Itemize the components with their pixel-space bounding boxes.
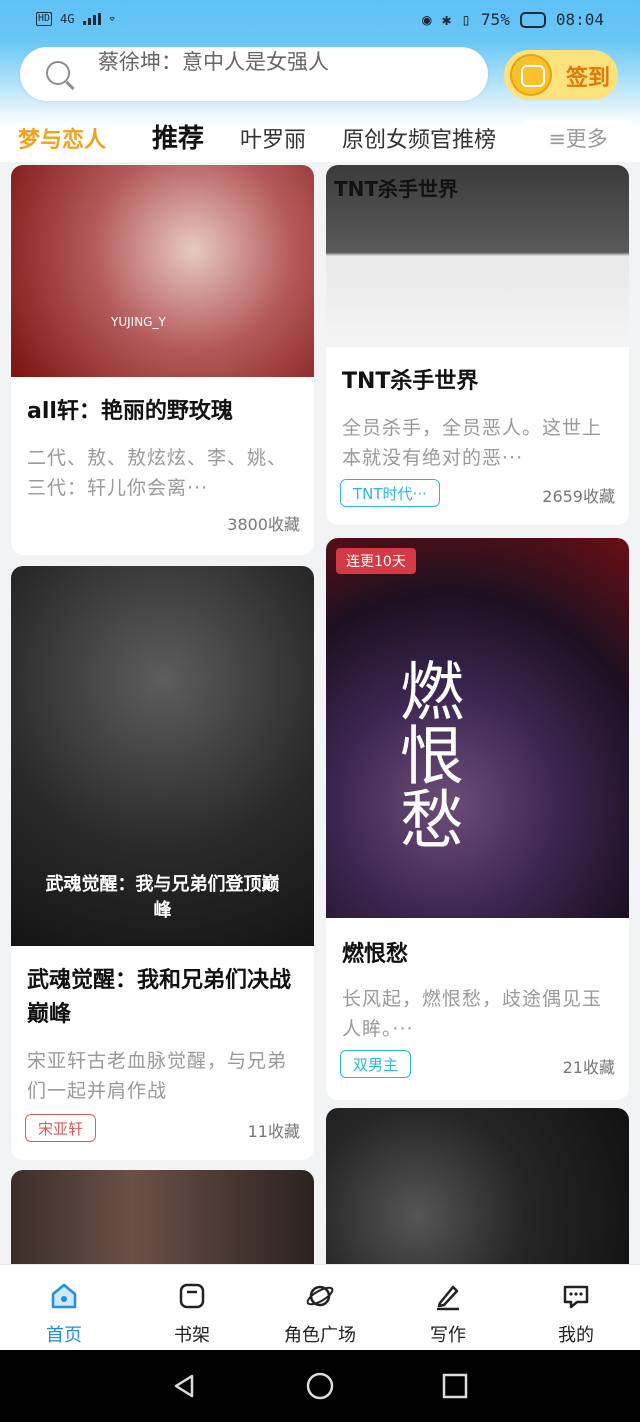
search-icon [46,61,70,85]
book-description: 全员杀手，全员恶人。这世上本就没有绝对的恶··· [342,417,603,469]
pen-icon [437,1285,459,1311]
tab-recommend[interactable]: 推荐 [152,118,204,155]
nav-mine[interactable]: 我的 [512,1265,640,1351]
book-cover: 连更10天 燃恨愁 [326,538,629,918]
book-cover: YUJING_Y [11,165,314,377]
nav-home[interactable]: 首页 [0,1265,128,1351]
book-title: all轩：艳丽的野玫瑰 [27,399,233,424]
book-card[interactable]: 武魂觉醒：我与兄弟们登顶巅峰 武魂觉醒：我和兄弟们决战巅峰 宋亚轩古老血脉觉醒，… [11,566,314,1160]
nav-label: 书架 [174,1325,210,1346]
home-circle-icon[interactable] [305,1371,335,1401]
cover-title: 燃恨愁 [389,658,463,850]
nav-label: 首页 [46,1325,82,1346]
update-badge: 连更10天 [336,548,416,574]
book-title: 燃恨愁 [342,942,409,967]
chat-icon [563,1285,589,1309]
book-card[interactable]: 连更10天 燃恨愁 燃恨愁 长风起，燃恨愁，歧途偶见玉人眸。··· 双男主 21… [326,538,629,1100]
nav-label: 我的 [558,1325,594,1346]
nav-label: 写作 [430,1325,466,1346]
sign-in-label: 签到 [566,66,611,91]
search-bar[interactable]: 蔡徐坤：意中人是女强人 [20,47,488,101]
book-tag[interactable]: 宋亚轩 [25,1114,97,1142]
book-title: TNT杀手世界 [342,369,479,394]
home-icon [51,1283,77,1309]
favorite-count: 3800收藏 [227,515,300,534]
battery-percent: 75% [480,10,510,29]
recents-icon[interactable] [441,1372,469,1400]
nav-write[interactable]: 写作 [384,1265,512,1351]
book-description: 二代、敖、敖炫炫、李、姚、三代：轩儿你会离··· [27,447,288,499]
tab-yeloli[interactable]: 叶罗丽 [240,122,306,154]
wifi-icon: ⌔ [108,12,116,26]
search-text: 蔡徐坤：意中人是女强人 [98,50,329,74]
book-card[interactable] [326,1108,629,1288]
category-tabs: 梦与恋人 推荐 叶罗丽 原创女频官推榜 ≡更多 [0,112,640,162]
nav-role-square[interactable]: 角色广场 [256,1265,384,1351]
favorite-count: 11收藏 [247,1122,300,1141]
book-cover [326,1108,629,1288]
status-bar: HD 4G ⌔ ◉ ✱ ▯ 75% 08:04 [0,0,640,42]
more-button[interactable]: ≡更多 [524,120,632,156]
book-card[interactable]: TNT杀手世界 TNT杀手世界 全员杀手，全员恶人。这世上本就没有绝对的恶···… [326,165,629,525]
favorite-count: 2659收藏 [542,487,615,506]
hd-indicator: HD [36,12,53,26]
eye-icon: ◉ [422,10,432,29]
cover-caption: YUJING_Y [111,315,166,329]
clock: 08:04 [555,10,604,29]
nav-bookshelf[interactable]: 书架 [128,1265,256,1351]
cover-caption: 武魂觉醒：我与兄弟们登顶巅峰 [45,874,280,921]
favorite-count: 21收藏 [562,1058,615,1077]
bookshelf-icon [179,1283,205,1309]
book-card[interactable]: YUJING_Y all轩：艳丽的野玫瑰 二代、敖、敖炫炫、李、姚、三代：轩儿你… [11,165,314,555]
book-tag[interactable]: TNT时代··· [340,479,440,507]
back-icon[interactable] [170,1372,198,1400]
tab-dream-lover[interactable]: 梦与恋人 [18,122,106,154]
system-nav-bar [0,1350,640,1422]
cover-title: TNT杀手世界 [334,177,459,201]
signal-icon [82,13,101,25]
bluetooth-icon: ✱ [441,10,452,29]
book-tag[interactable]: 双男主 [340,1050,412,1078]
nav-label: 角色广场 [284,1325,356,1346]
planet-icon [306,1285,334,1307]
book-description: 宋亚轩古老血脉觉醒，与兄弟们一起并肩作战 [27,1050,288,1102]
sign-in-button[interactable]: 签到 [504,50,618,100]
book-title: 武魂觉醒：我和兄弟们决战巅峰 [27,968,292,1027]
vibrate-icon: ▯ [461,10,471,29]
network-type: 4G [60,12,75,26]
book-description: 长风起，燃恨愁，歧途偶见玉人眸。··· [342,988,603,1040]
book-cover: TNT杀手世界 [326,165,629,347]
tab-original-female[interactable]: 原创女频官推榜 [342,122,496,154]
sign-in-face-icon [510,54,552,96]
bottom-navigation: 首页 书架 角色广场 写作 我的 [0,1264,640,1351]
book-cover: 武魂觉醒：我与兄弟们登顶巅峰 [11,566,314,946]
battery-icon [519,11,546,28]
